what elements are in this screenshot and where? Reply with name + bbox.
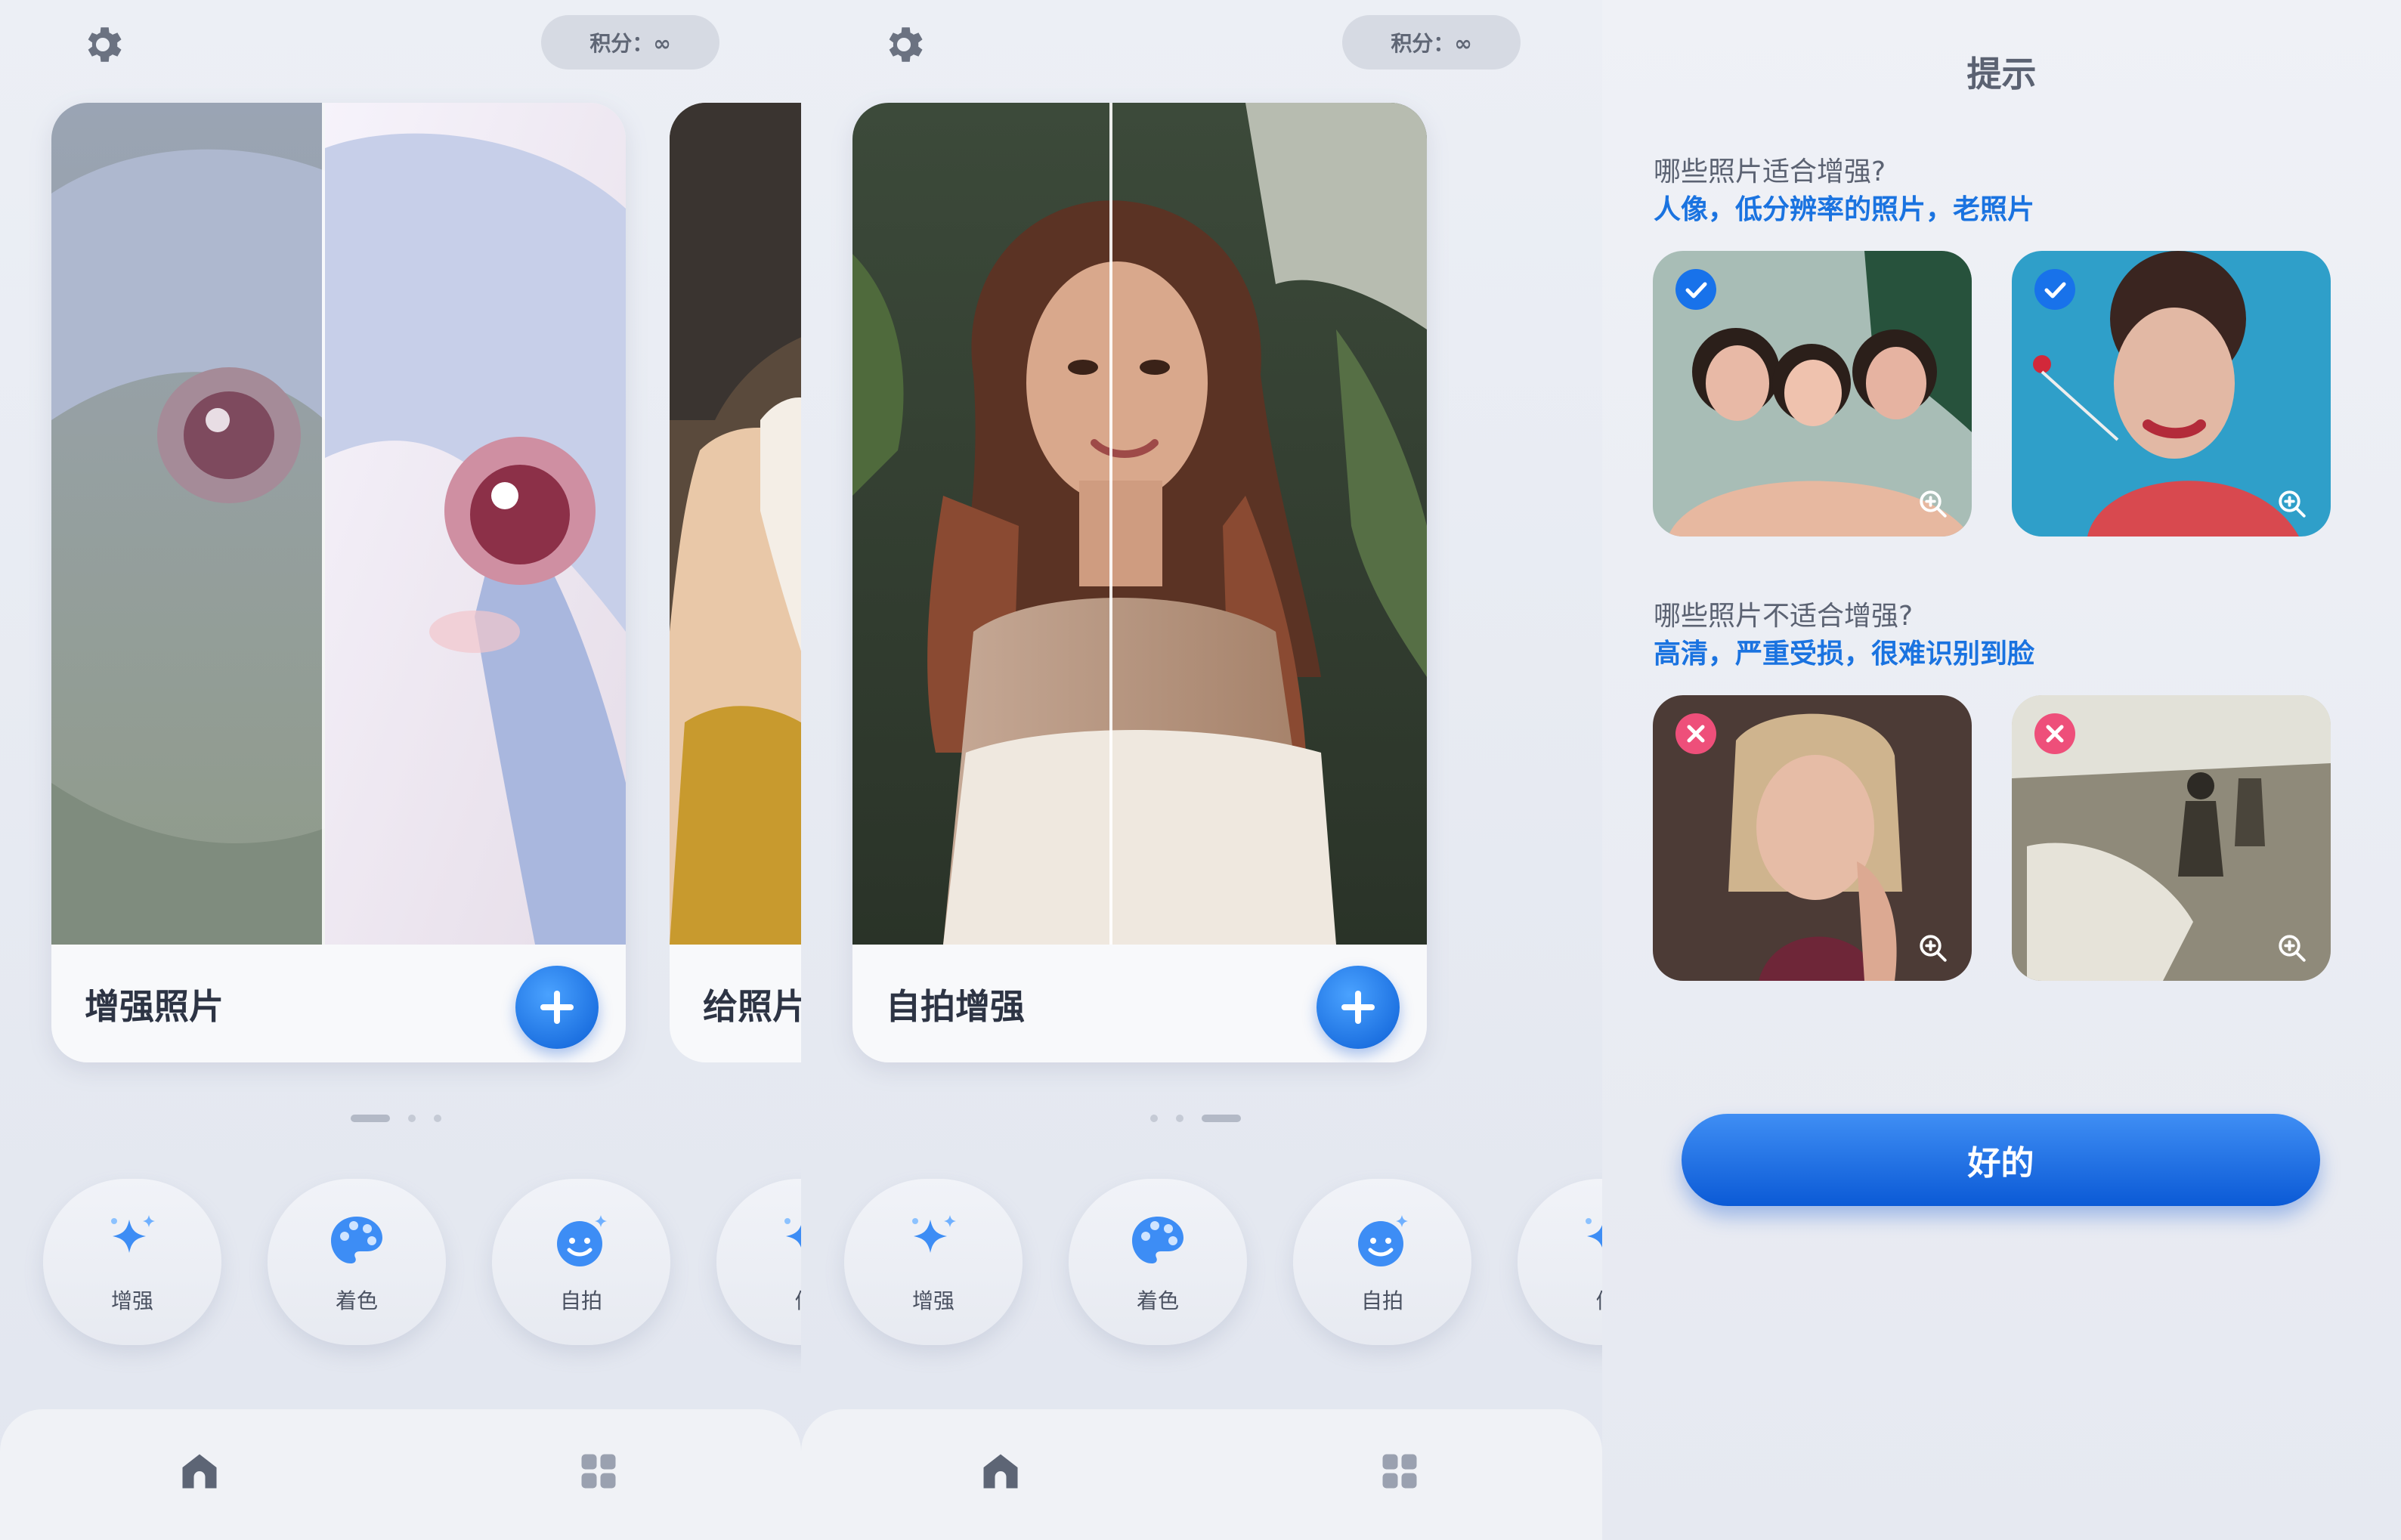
before-after-image xyxy=(852,103,1427,945)
zoom-in-icon[interactable] xyxy=(1917,488,1949,520)
grid-icon[interactable] xyxy=(1377,1449,1422,1494)
ok-button[interactable]: 好的 xyxy=(1682,1114,2320,1206)
selfie-enhance-card[interactable]: 自拍增强 xyxy=(852,103,1427,1062)
colorize-photo-card-peek[interactable]: 给照片 xyxy=(670,103,801,1062)
zoom-in-icon[interactable] xyxy=(2276,488,2308,520)
good-photos-question: 哪些照片适合增强? xyxy=(1654,156,1886,187)
carousel-dot[interactable] xyxy=(408,1115,416,1122)
home-icon[interactable] xyxy=(978,1449,1023,1494)
zoom-in-icon[interactable] xyxy=(1917,932,1949,964)
carousel-dot[interactable] xyxy=(1176,1115,1183,1122)
before-after-image xyxy=(51,103,626,945)
carousel-dot[interactable] xyxy=(1150,1115,1158,1122)
add-photo-button[interactable] xyxy=(1317,966,1400,1049)
feature-label: 自拍 xyxy=(559,1288,602,1313)
feature-selfie-button[interactable]: 自拍 xyxy=(492,1179,670,1345)
good-sample-photo[interactable] xyxy=(2012,251,2331,537)
carousel-indicator xyxy=(351,1115,441,1122)
gear-icon[interactable] xyxy=(880,21,927,68)
good-photos-answer: 人像，低分辨率的照片，老照片 xyxy=(1654,194,2035,225)
carousel-dot[interactable] xyxy=(351,1115,390,1122)
points-badge: 积分：∞ xyxy=(1342,15,1521,70)
colorize-preview-image xyxy=(670,103,801,945)
feature-selfie-button[interactable]: 自拍 xyxy=(1293,1179,1471,1345)
feature-colorize-button[interactable]: 着色 xyxy=(268,1179,446,1345)
check-icon xyxy=(1675,269,1716,310)
repair-icon xyxy=(1576,1211,1602,1271)
bad-photos-question: 哪些照片不适合增强? xyxy=(1654,601,1914,632)
feature-colorize-button[interactable]: 着色 xyxy=(1069,1179,1247,1345)
feature-label: 着色 xyxy=(1136,1288,1179,1313)
card-title: 自拍增强 xyxy=(886,986,1025,1027)
tips-screen: 提示 哪些照片适合增强? 人像，低分辨率的照片，老照片 哪些照片不适合增强? 高… xyxy=(1602,0,2401,1540)
feature-label: 增强 xyxy=(911,1288,955,1313)
bottom-tab-bar xyxy=(0,1409,801,1540)
carousel-indicator xyxy=(1150,1115,1241,1122)
feature-label: 修 xyxy=(716,1285,801,1315)
feature-label: 修 xyxy=(1518,1285,1602,1315)
card-title: 增强照片 xyxy=(85,986,224,1027)
bad-sample-photo[interactable] xyxy=(2012,695,2331,981)
points-badge: 积分：∞ xyxy=(541,15,719,70)
page-title: 提示 xyxy=(1966,54,2037,94)
compare-divider[interactable] xyxy=(322,103,325,945)
carousel-dot[interactable] xyxy=(434,1115,441,1122)
card-title-peek: 给照片 xyxy=(703,986,801,1027)
palette-icon xyxy=(1128,1211,1188,1271)
close-icon xyxy=(1675,713,1716,754)
smiley-icon xyxy=(551,1211,611,1271)
home-screen-enhance: 积分：∞ 增强照片 给照片 增强 着色 自拍 xyxy=(0,0,801,1540)
feature-enhance-button[interactable]: 增强 xyxy=(43,1179,221,1345)
gear-icon[interactable] xyxy=(79,21,126,68)
bad-sample-photo[interactable] xyxy=(1653,695,1972,981)
feature-repair-button[interactable]: 修 xyxy=(716,1179,801,1345)
check-icon xyxy=(2034,269,2075,310)
feature-label: 着色 xyxy=(335,1288,378,1313)
smiley-icon xyxy=(1352,1211,1412,1271)
compare-divider[interactable] xyxy=(1109,103,1112,945)
sparkle-icon xyxy=(903,1211,964,1271)
zoom-in-icon[interactable] xyxy=(2276,932,2308,964)
home-icon[interactable] xyxy=(177,1449,222,1494)
feature-label: 增强 xyxy=(110,1288,153,1313)
palette-icon xyxy=(326,1211,387,1271)
bad-photos-answer: 高清，严重受损，很难识别到脸 xyxy=(1654,639,2035,669)
close-icon xyxy=(2034,713,2075,754)
home-screen-selfie: 积分：∞ 自拍增强 增强 着色 自拍 xyxy=(801,0,1602,1540)
sparkle-icon xyxy=(102,1211,162,1271)
add-photo-button[interactable] xyxy=(515,966,599,1049)
enhance-photo-card[interactable]: 增强照片 xyxy=(51,103,626,1062)
grid-icon[interactable] xyxy=(576,1449,621,1494)
bottom-tab-bar xyxy=(801,1409,1602,1540)
carousel-dot[interactable] xyxy=(1202,1115,1241,1122)
good-sample-photo[interactable] xyxy=(1653,251,1972,537)
feature-repair-button[interactable]: 修 xyxy=(1518,1179,1602,1345)
feature-label: 自拍 xyxy=(1360,1288,1403,1313)
repair-icon xyxy=(775,1211,801,1271)
feature-enhance-button[interactable]: 增强 xyxy=(844,1179,1023,1345)
